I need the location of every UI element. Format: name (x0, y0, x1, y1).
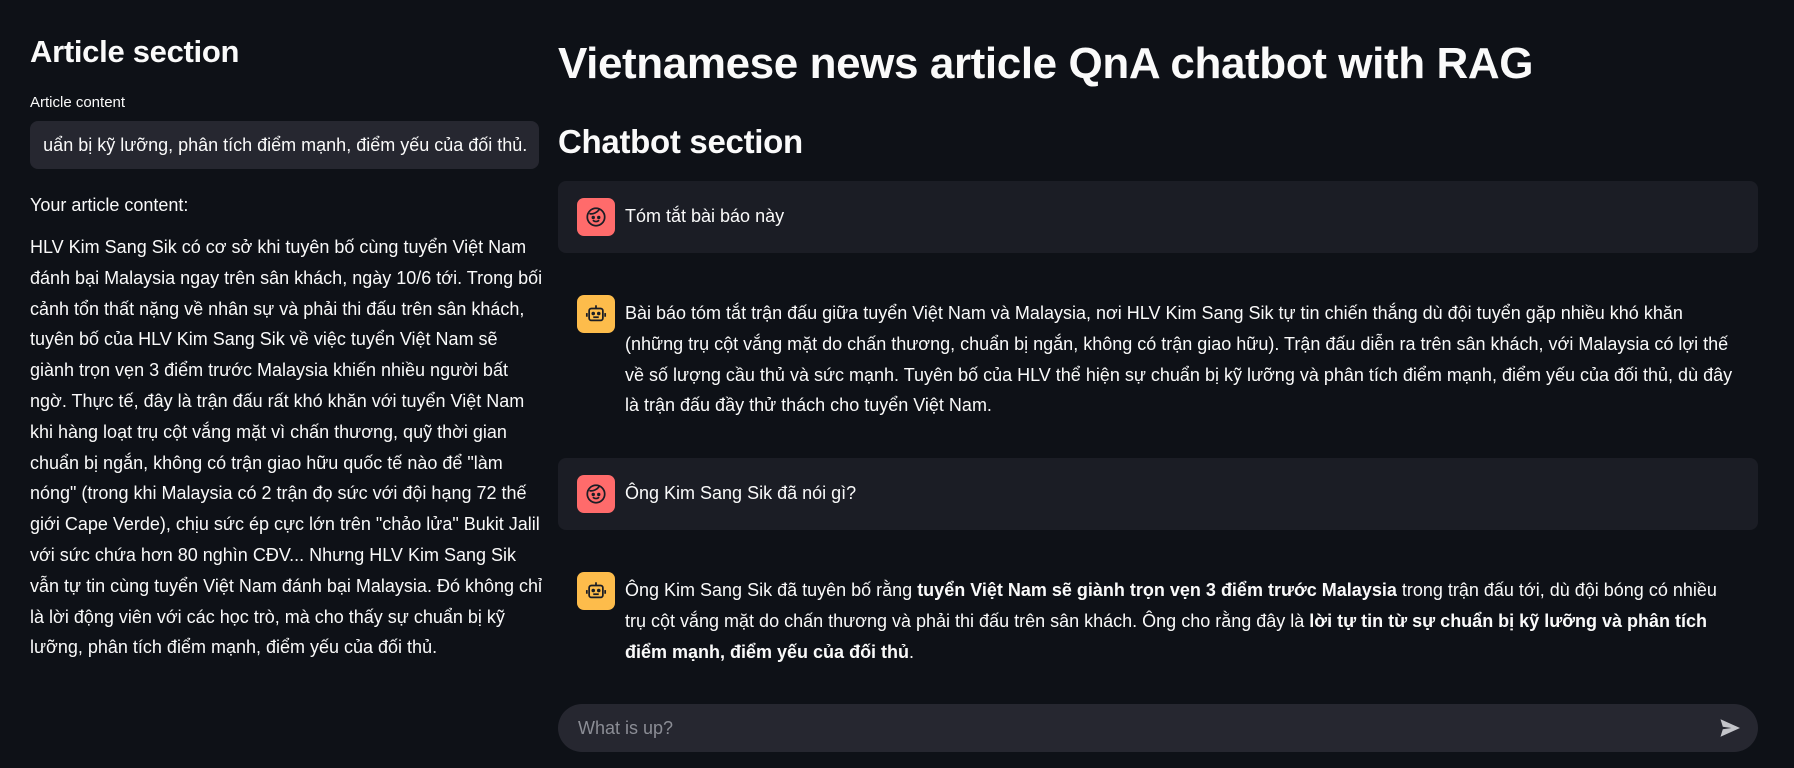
send-button[interactable] (1712, 710, 1748, 746)
chat-input-container (558, 704, 1758, 752)
face-icon (577, 198, 615, 236)
message-text: Bài báo tóm tắt trận đấu giữa tuyển Việt… (625, 303, 1733, 416)
message-text-part: Ông Kim Sang Sik đã tuyên bố rằng (625, 580, 918, 600)
message-text: Tóm tắt bài báo này (625, 206, 785, 226)
face-icon (577, 475, 615, 513)
chat-message-assistant: Ông Kim Sang Sik đã tuyên bố rằng tuyển … (558, 555, 1758, 684)
message-text: Ông Kim Sang Sik đã tuyên bố rằng tuyển … (625, 572, 1740, 667)
article-content-input[interactable] (30, 121, 539, 169)
page-title: Vietnamese news article QnA chatbot with… (558, 39, 1534, 88)
chat-input[interactable] (578, 717, 1712, 739)
message-text: Ông Kim Sang Sik đã nói gì? (625, 483, 857, 503)
message-text-part: . (909, 641, 915, 662)
send-icon (1720, 719, 1740, 737)
chatbot-section-title: Chatbot section (558, 123, 803, 160)
robot-icon (577, 295, 615, 333)
robot-icon (577, 572, 615, 610)
main-area: Vietnamese news article QnA chatbot with… (558, 0, 1758, 768)
chat-message-user: Tóm tắt bài báo này (558, 181, 1758, 253)
app: Article section Article content Your art… (0, 0, 1794, 768)
message-text-bold: tuyển Việt Nam sẽ giành trọn vẹn 3 điểm … (917, 580, 1397, 600)
sidebar: Article section Article content Your art… (0, 0, 542, 768)
chat-message-assistant: Bài báo tóm tắt trận đấu giữa tuyển Việt… (558, 278, 1758, 438)
sidebar-title: Article section (30, 34, 240, 69)
article-content-text: HLV Kim Sang Sik có cơ sở khi tuyên bố c… (30, 237, 543, 658)
your-article-content-label: Your article content: (30, 195, 189, 215)
chat-message-user: Ông Kim Sang Sik đã nói gì? (558, 458, 1758, 530)
article-content-label: Article content (30, 94, 126, 111)
